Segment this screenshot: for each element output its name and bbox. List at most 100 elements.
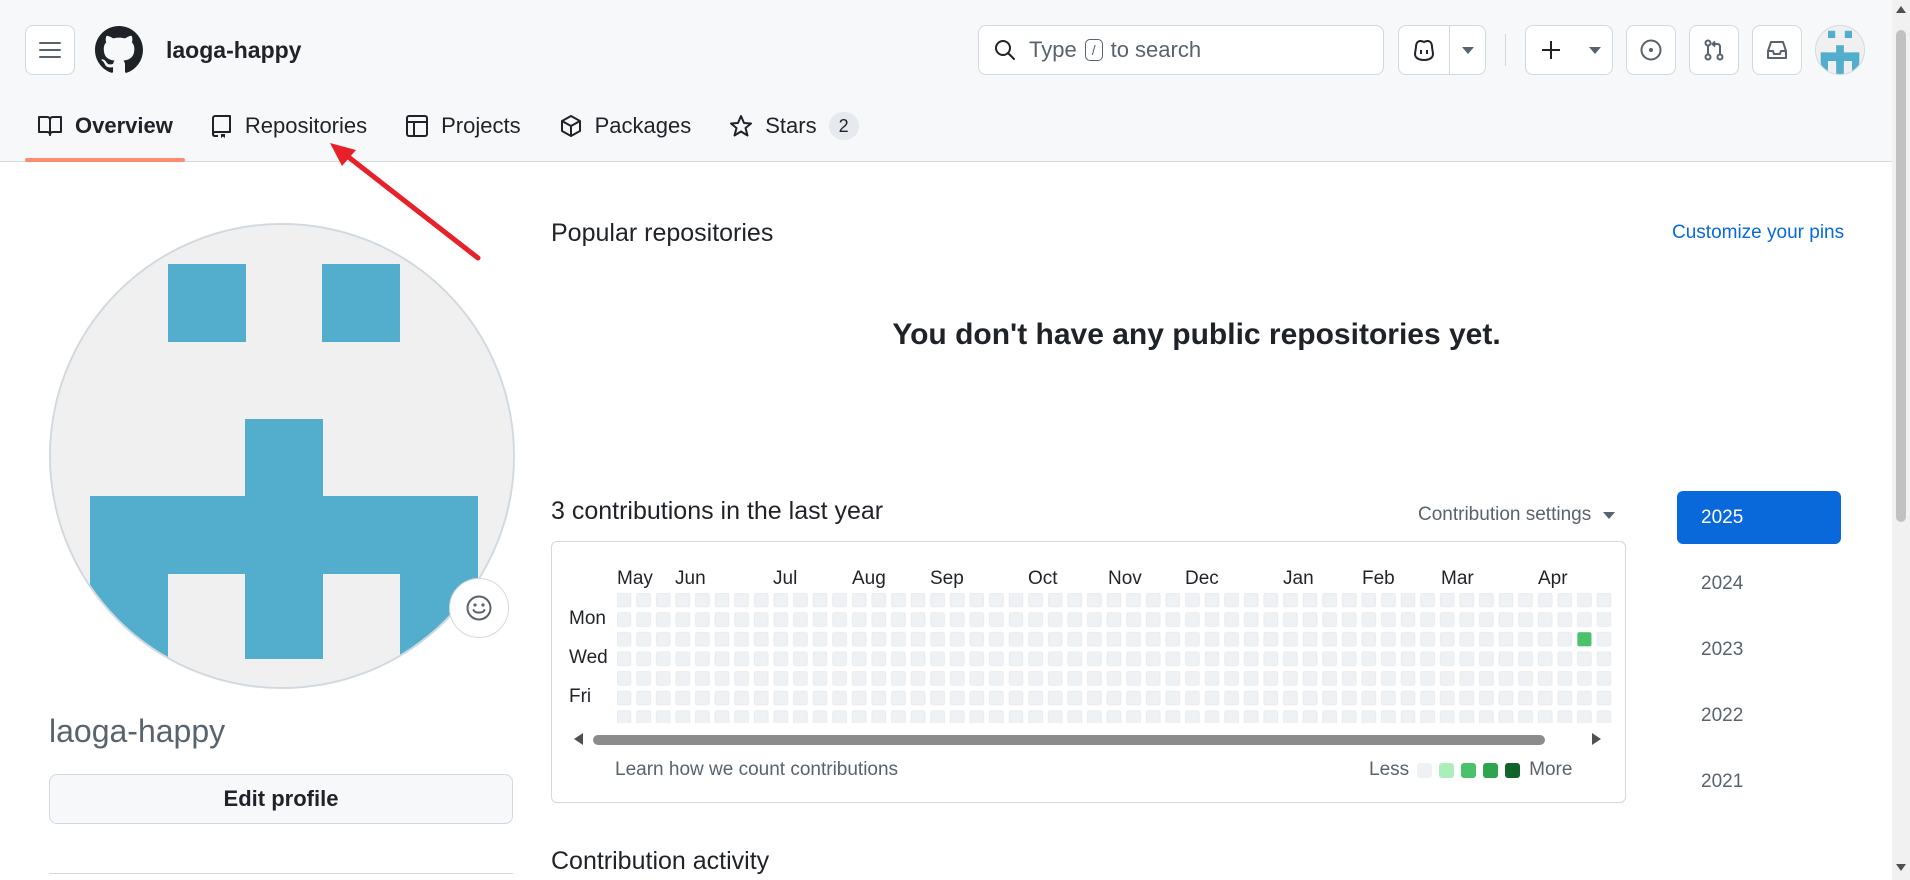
contribution-day[interactable] <box>1086 631 1102 647</box>
contribution-day[interactable] <box>1184 710 1200 723</box>
github-logo-icon[interactable] <box>95 26 143 74</box>
contribution-day[interactable] <box>1106 612 1122 628</box>
contribution-day[interactable] <box>969 670 985 686</box>
contribution-day[interactable] <box>1576 593 1592 608</box>
contribution-day[interactable] <box>1184 670 1200 686</box>
contribution-day[interactable] <box>1047 710 1063 723</box>
contribution-day[interactable] <box>675 670 691 686</box>
contribution-day[interactable] <box>1067 651 1083 667</box>
contribution-day[interactable] <box>617 593 632 608</box>
contribution-day[interactable] <box>890 631 906 647</box>
contribution-day[interactable] <box>969 710 985 723</box>
contribution-day[interactable] <box>1126 593 1142 608</box>
contribution-day[interactable] <box>1263 631 1279 647</box>
contribution-day[interactable] <box>988 593 1004 608</box>
issues-button[interactable] <box>1626 25 1676 75</box>
contribution-day[interactable] <box>910 670 926 686</box>
contribution-day[interactable] <box>949 593 965 608</box>
contribution-day[interactable] <box>1067 631 1083 647</box>
contribution-day[interactable] <box>675 631 691 647</box>
contribution-day[interactable] <box>1400 670 1416 686</box>
menu-button[interactable] <box>25 25 75 75</box>
contribution-day[interactable] <box>1302 631 1318 647</box>
contribution-day[interactable] <box>655 651 671 667</box>
contribution-day[interactable] <box>851 612 867 628</box>
contribution-day[interactable] <box>930 612 946 628</box>
contribution-day[interactable] <box>617 651 632 667</box>
contribution-day[interactable] <box>1145 690 1161 706</box>
contribution-day[interactable] <box>1380 631 1396 647</box>
contribution-day[interactable] <box>930 631 946 647</box>
contribution-day[interactable] <box>773 710 789 723</box>
contribution-day[interactable] <box>1400 593 1416 608</box>
contribution-day[interactable] <box>655 631 671 647</box>
contribution-day[interactable] <box>1361 670 1377 686</box>
contribution-day[interactable] <box>753 631 769 647</box>
contribution-day[interactable] <box>1204 710 1220 723</box>
user-avatar-button[interactable] <box>1815 25 1865 75</box>
contribution-day[interactable] <box>988 612 1004 628</box>
contribution-day[interactable] <box>812 631 828 647</box>
contribution-day[interactable] <box>851 651 867 667</box>
contribution-day[interactable] <box>1047 690 1063 706</box>
contribution-day[interactable] <box>655 593 671 608</box>
contribution-day[interactable] <box>792 651 808 667</box>
contribution-day[interactable] <box>1537 651 1553 667</box>
contribution-day[interactable] <box>1204 670 1220 686</box>
scroll-left-arrow-icon[interactable] <box>574 733 583 745</box>
contribution-day[interactable] <box>1341 710 1357 723</box>
contribution-day[interactable] <box>1302 612 1318 628</box>
contribution-day[interactable] <box>1576 690 1592 706</box>
contribution-day[interactable] <box>773 612 789 628</box>
contribution-day[interactable] <box>1576 651 1592 667</box>
contribution-day[interactable] <box>1302 593 1318 608</box>
contribution-day[interactable] <box>1478 631 1494 647</box>
contribution-day[interactable] <box>1165 690 1181 706</box>
contribution-day[interactable] <box>1067 612 1083 628</box>
contribution-day[interactable] <box>1596 670 1612 686</box>
contribution-day[interactable] <box>734 690 750 706</box>
contribution-day[interactable] <box>1420 651 1436 667</box>
contribution-day[interactable] <box>1028 710 1044 723</box>
contribution-day[interactable] <box>1028 631 1044 647</box>
contribution-day[interactable] <box>1282 631 1298 647</box>
contribution-day[interactable] <box>1028 593 1044 608</box>
contribution-day[interactable] <box>871 710 887 723</box>
contribution-day[interactable] <box>1282 690 1298 706</box>
contribution-day[interactable] <box>1302 651 1318 667</box>
contribution-day[interactable] <box>1008 670 1024 686</box>
contribution-day[interactable] <box>1126 651 1142 667</box>
contribution-day[interactable] <box>1047 670 1063 686</box>
contribution-day[interactable] <box>1439 631 1455 647</box>
contribution-day[interactable] <box>832 612 848 628</box>
contribution-day[interactable] <box>1282 670 1298 686</box>
contribution-day[interactable] <box>1047 593 1063 608</box>
contribution-day[interactable] <box>617 670 632 686</box>
contribution-day[interactable] <box>910 690 926 706</box>
contribution-day[interactable] <box>1263 690 1279 706</box>
contribution-day[interactable] <box>1518 670 1534 686</box>
contribution-day[interactable] <box>1518 690 1534 706</box>
contribution-day[interactable] <box>1106 593 1122 608</box>
contribution-day[interactable] <box>1420 710 1436 723</box>
contribution-day[interactable] <box>1184 690 1200 706</box>
contribution-day[interactable] <box>910 612 926 628</box>
contribution-day[interactable] <box>812 593 828 608</box>
contribution-day[interactable] <box>930 651 946 667</box>
contribution-day[interactable] <box>812 670 828 686</box>
contribution-day[interactable] <box>753 651 769 667</box>
header-username[interactable]: laoga-happy <box>166 37 301 64</box>
contribution-day[interactable] <box>1361 631 1377 647</box>
contribution-day[interactable] <box>655 670 671 686</box>
contribution-day[interactable] <box>675 690 691 706</box>
contribution-day[interactable] <box>1557 631 1573 647</box>
contribution-day[interactable] <box>1322 593 1338 608</box>
contribution-day[interactable] <box>1224 593 1240 608</box>
contribution-day[interactable] <box>1263 710 1279 723</box>
contribution-day[interactable] <box>773 631 789 647</box>
contribution-day[interactable] <box>1537 631 1553 647</box>
contribution-day[interactable] <box>832 710 848 723</box>
edit-profile-button[interactable]: Edit profile <box>49 774 513 824</box>
contribution-day[interactable] <box>1126 690 1142 706</box>
contribution-day[interactable] <box>1165 651 1181 667</box>
